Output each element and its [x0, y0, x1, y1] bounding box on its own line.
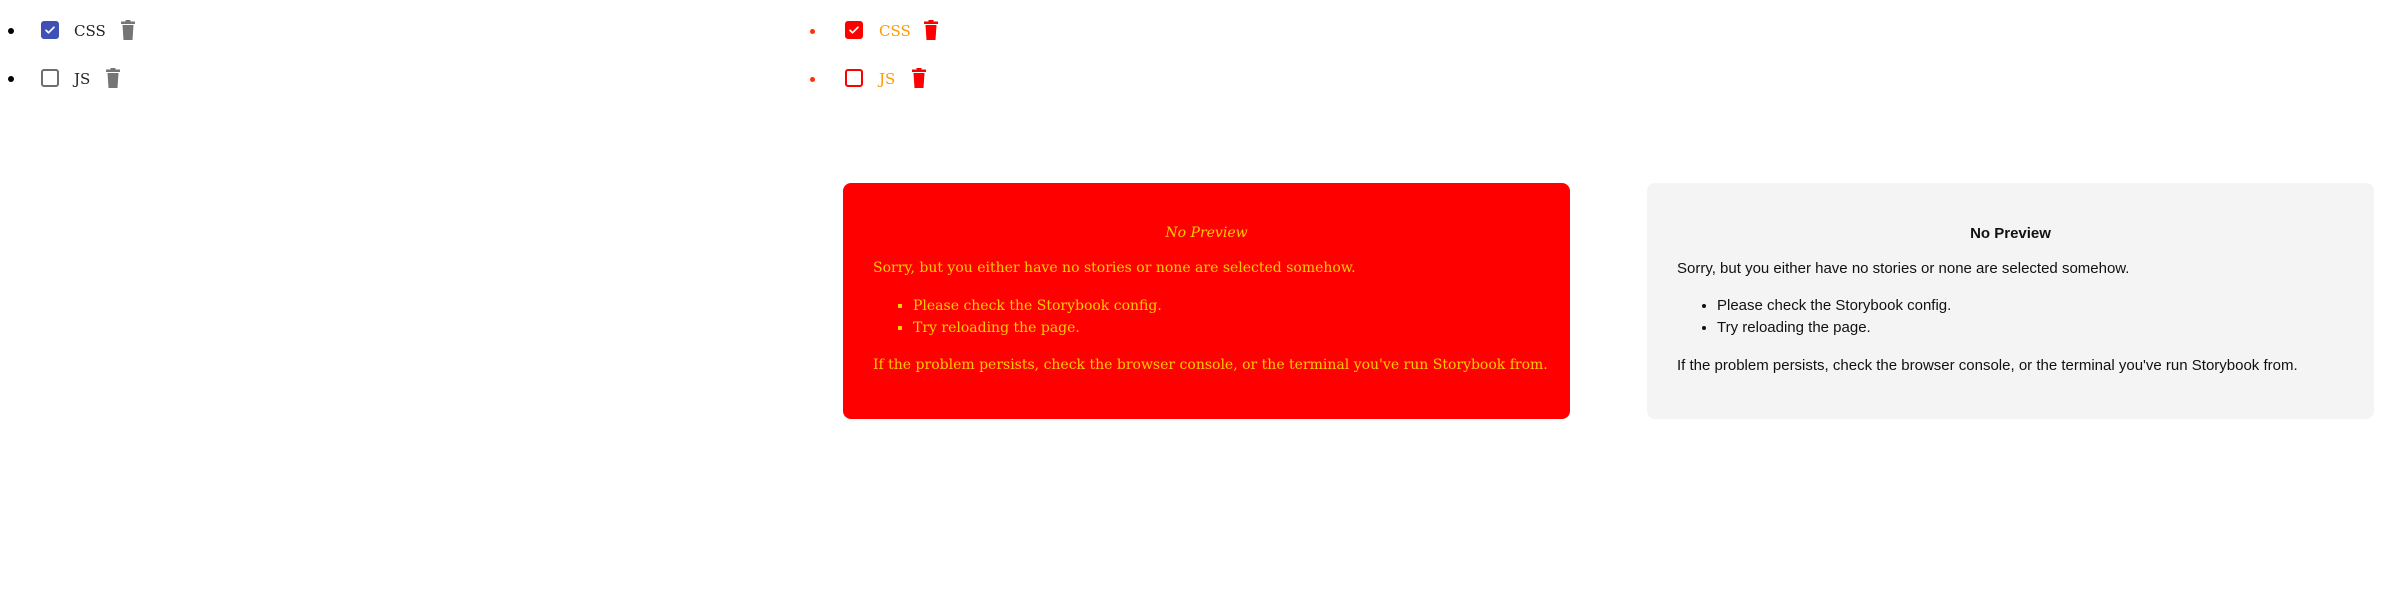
no-preview-panel-default: No Preview Sorry, but you either have no… — [1647, 183, 2374, 419]
trash-icon[interactable] — [923, 20, 939, 40]
todo-checkbox-js[interactable] — [41, 69, 59, 87]
panel-bullet-list: Please check the Storybook config. Try r… — [873, 295, 1162, 339]
panel-title: No Preview — [1165, 225, 1248, 241]
list-item: Try reloading the page. — [1717, 317, 1951, 339]
panel-bullet-list: Please check the Storybook config. Try r… — [1677, 295, 1951, 339]
no-preview-panel-themed: No Preview Sorry, but you either have no… — [843, 183, 1570, 419]
list-bullet — [8, 28, 14, 34]
trash-icon[interactable] — [105, 68, 121, 88]
trash-icon[interactable] — [911, 68, 927, 88]
todo-item-js: JS — [0, 48, 780, 96]
todo-list-themed: CSS JS — [800, 0, 1600, 96]
todo-checkbox-css[interactable] — [41, 21, 59, 39]
list-bullet — [810, 77, 815, 82]
list-item: Please check the Storybook config. — [1717, 295, 1951, 317]
list-bullet — [810, 29, 815, 34]
list-bullet — [8, 76, 14, 82]
todo-label: CSS — [74, 22, 106, 40]
checkmark-icon — [45, 26, 55, 34]
panel-footer: If the problem persists, check the brows… — [1677, 357, 2298, 374]
panel-message: Sorry, but you either have no stories or… — [1677, 260, 2130, 277]
todo-item-js: JS — [800, 48, 1600, 96]
panel-title: No Preview — [1970, 225, 2051, 242]
todo-item-css: CSS — [0, 0, 780, 48]
todo-label: CSS — [879, 22, 911, 40]
list-item: Try reloading the page. — [913, 317, 1162, 339]
panel-footer: If the problem persists, check the brows… — [873, 357, 1548, 373]
todo-list-default: CSS JS — [0, 0, 780, 96]
checkmark-icon — [849, 26, 859, 34]
todo-label: JS — [879, 70, 896, 88]
todo-checkbox-js[interactable] — [845, 69, 863, 87]
todo-label: JS — [74, 70, 91, 88]
panel-message: Sorry, but you either have no stories or… — [873, 260, 1356, 276]
todo-item-css: CSS — [800, 0, 1600, 48]
trash-icon[interactable] — [120, 20, 136, 40]
list-item: Please check the Storybook config. — [913, 295, 1162, 317]
todo-checkbox-css[interactable] — [845, 21, 863, 39]
